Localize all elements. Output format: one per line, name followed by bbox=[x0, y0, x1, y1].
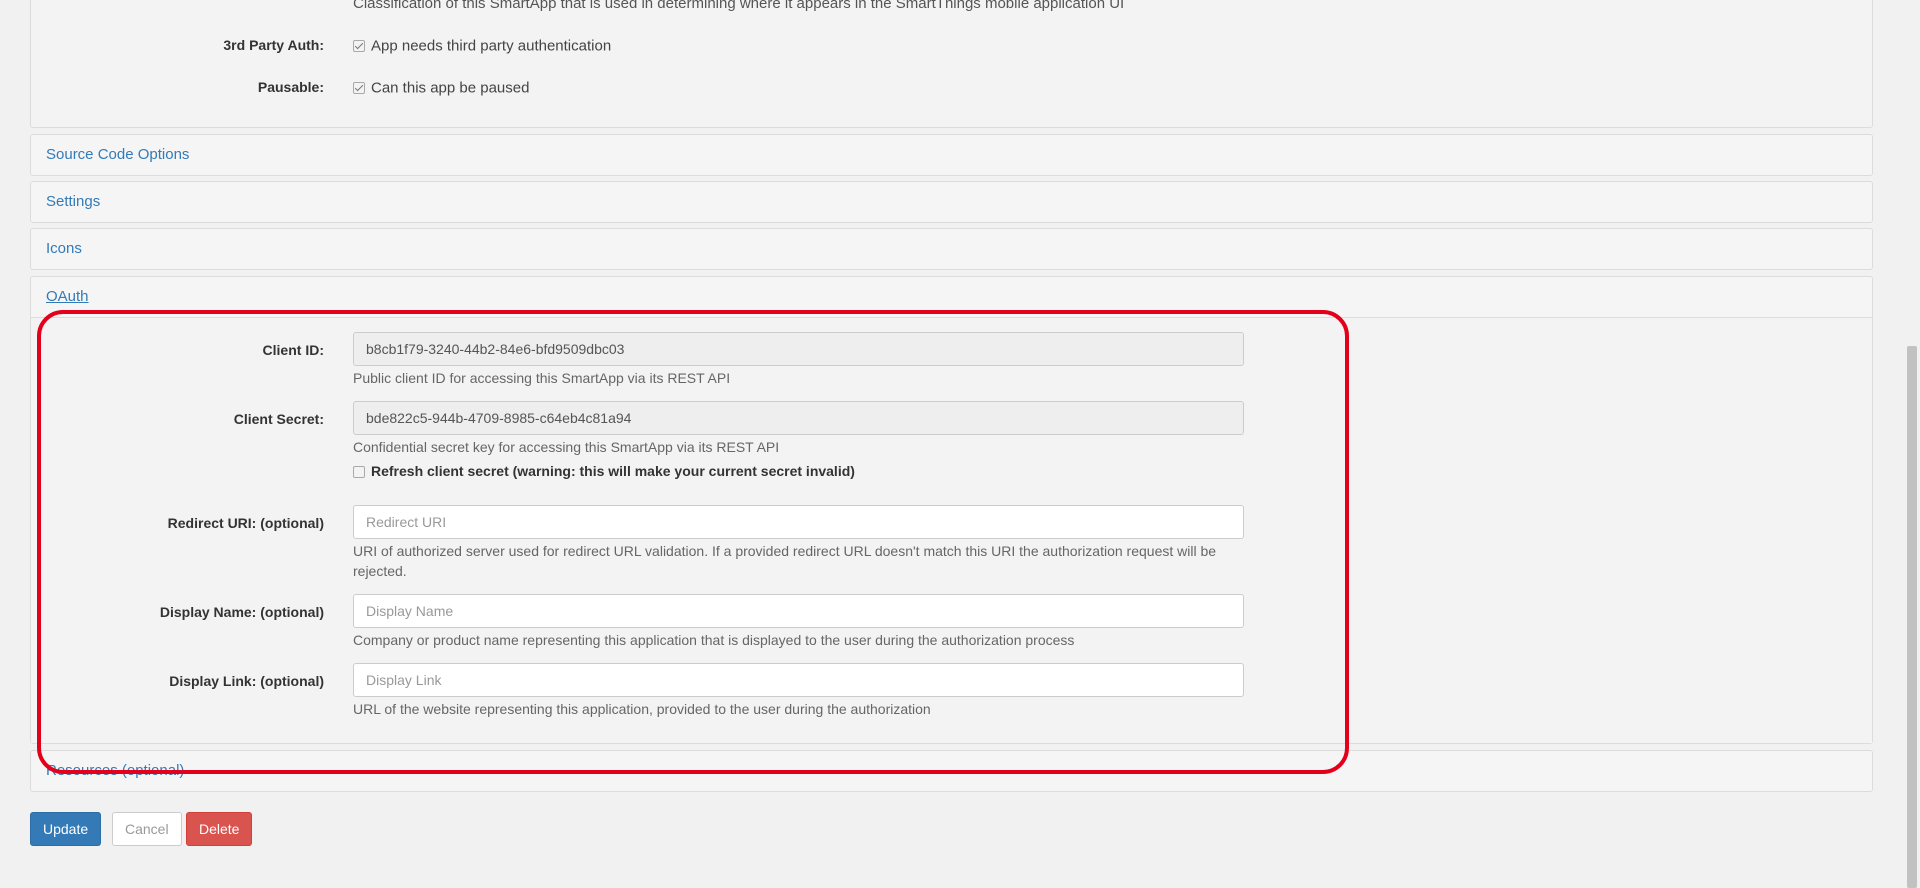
panel-title-source-code[interactable]: Source Code Options bbox=[31, 135, 1872, 175]
third-party-auth-checkbox-wrap[interactable]: App needs third party authentication bbox=[353, 37, 611, 55]
panel-title-settings[interactable]: Settings bbox=[31, 182, 1872, 222]
client-id-label: Client ID: bbox=[262, 342, 324, 358]
scrollbar-thumb[interactable] bbox=[1907, 346, 1917, 888]
vertical-scrollbar[interactable] bbox=[1906, 0, 1920, 888]
third-party-auth-checkbox[interactable] bbox=[353, 40, 365, 53]
oauth-panel: OAuth Client ID: Public client ID for ac… bbox=[30, 276, 1873, 744]
pausable-text: Can this app be paused bbox=[371, 79, 530, 97]
display-name-input[interactable] bbox=[353, 594, 1244, 628]
redirect-uri-help: URI of authorized server used for redire… bbox=[353, 543, 1217, 579]
oauth-panel-body: Client ID: Public client ID for accessin… bbox=[31, 317, 1872, 743]
resources-panel[interactable]: Resources (optional) bbox=[30, 750, 1873, 792]
cancel-button[interactable]: Cancel bbox=[112, 812, 182, 846]
refresh-secret-text: Refresh client secret (warning: this wil… bbox=[371, 463, 855, 479]
client-id-field[interactable] bbox=[353, 332, 1244, 366]
icons-panel[interactable]: Icons bbox=[30, 228, 1873, 270]
panel-title-resources[interactable]: Resources (optional) bbox=[31, 751, 1872, 791]
pausable-checkbox[interactable] bbox=[353, 82, 365, 95]
pausable-checkbox-wrap[interactable]: Can this app be paused bbox=[353, 79, 529, 97]
third-party-auth-label: 3rd Party Auth: bbox=[223, 37, 324, 53]
settings-panel[interactable]: Settings bbox=[30, 181, 1873, 223]
client-secret-label: Client Secret: bbox=[233, 411, 324, 427]
redirect-uri-label: Redirect URI: (optional) bbox=[167, 515, 324, 531]
panel-title-icons[interactable]: Icons bbox=[31, 229, 1872, 269]
source-code-options-panel[interactable]: Source Code Options bbox=[30, 134, 1873, 176]
display-link-label: Display Link: (optional) bbox=[169, 673, 324, 689]
pausable-label: Pausable: bbox=[257, 79, 324, 95]
display-link-input[interactable] bbox=[353, 663, 1244, 697]
client-secret-field[interactable] bbox=[353, 401, 1244, 435]
client-id-help: Public client ID for accessing this Smar… bbox=[353, 370, 731, 386]
client-secret-help: Confidential secret key for accessing th… bbox=[353, 439, 780, 455]
refresh-secret-row[interactable]: Refresh client secret (warning: this wil… bbox=[353, 463, 855, 479]
pausable-row: Pausable: Can this app be paused bbox=[31, 77, 1872, 99]
third-party-auth-text: App needs third party authentication bbox=[371, 37, 612, 55]
display-name-label: Display Name: (optional) bbox=[159, 604, 324, 620]
refresh-secret-checkbox[interactable] bbox=[353, 466, 365, 479]
display-link-help: URL of the website representing this app… bbox=[353, 701, 931, 717]
third-party-auth-row: 3rd Party Auth: App needs third party au… bbox=[31, 35, 1872, 57]
update-button[interactable]: Update bbox=[30, 812, 102, 846]
classification-help: Classification of this SmartApp that is … bbox=[353, 0, 1125, 12]
delete-button[interactable]: Delete bbox=[186, 812, 253, 846]
redirect-uri-input[interactable] bbox=[353, 505, 1244, 539]
panel-title-oauth[interactable]: OAuth bbox=[31, 277, 1872, 317]
display-name-help: Company or product name representing thi… bbox=[353, 632, 1075, 648]
app-settings-panel: Classification of this SmartApp that is … bbox=[30, 0, 1873, 128]
